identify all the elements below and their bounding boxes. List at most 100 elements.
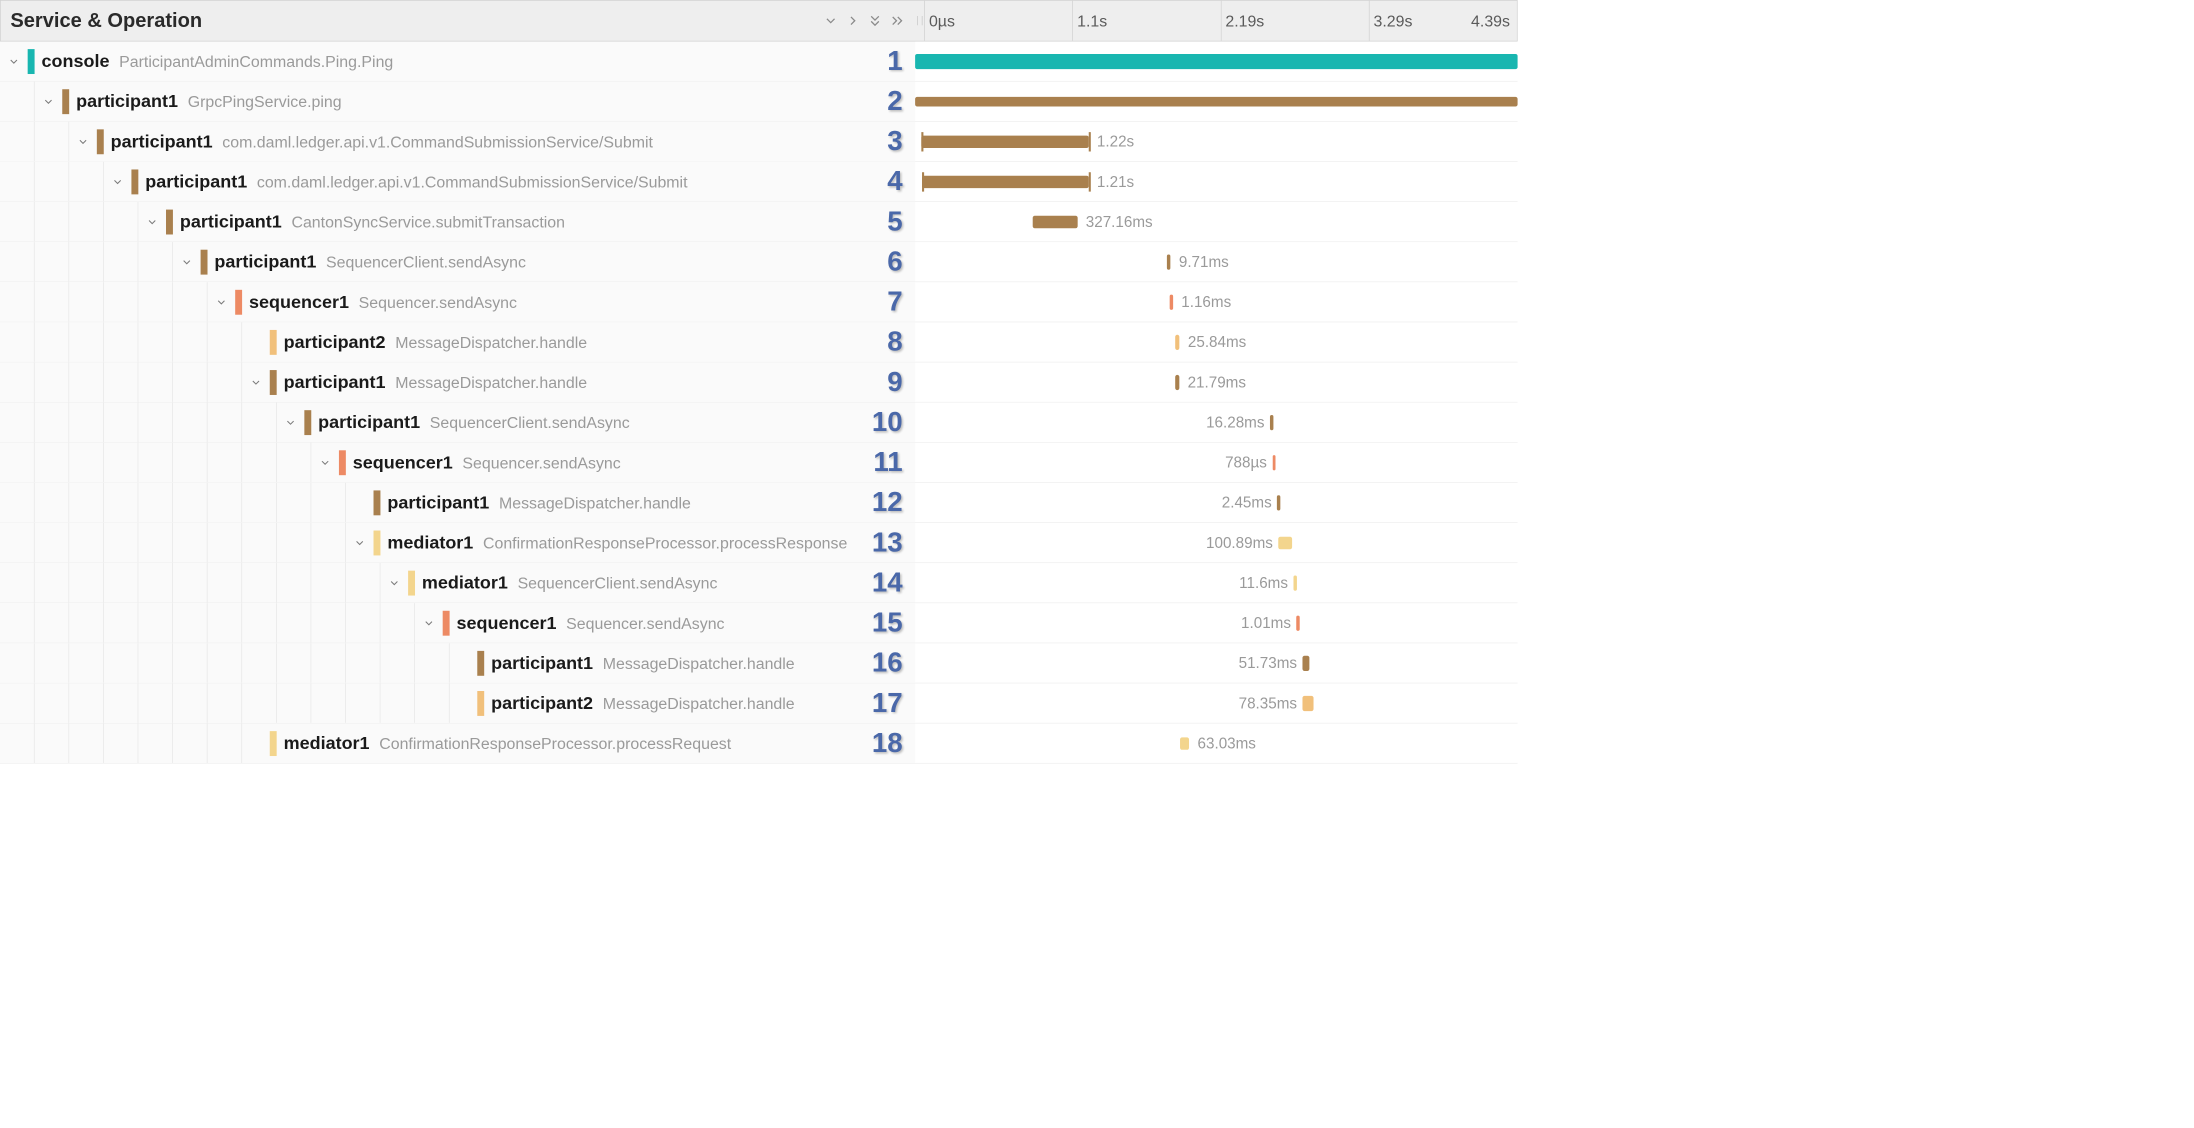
column-resize-handle[interactable]: ││ [916,1,924,41]
expand-toggle[interactable] [173,256,201,268]
operation-name: com.daml.ledger.api.v1.CommandSubmission… [222,133,653,152]
indent-guide [311,683,346,722]
expand-toggle[interactable] [311,456,339,468]
expand-toggle[interactable] [242,376,270,388]
indent-guide [138,483,173,522]
service-color-bar [477,691,484,716]
indent-guide [69,403,104,442]
span-bar[interactable] [1277,495,1280,510]
span-bar[interactable] [1278,536,1292,548]
indent-guide [104,242,139,281]
service-name: participant2 [284,331,386,352]
span-bar[interactable] [1033,215,1078,227]
span-timeline-cell: 1.21s [915,162,1517,201]
span-timeline-cell: 1.16ms [915,282,1517,321]
row-number-annotation: 9 [887,367,902,398]
span-bar[interactable] [915,54,1517,69]
expand-toggle[interactable] [380,577,408,589]
expand-toggle[interactable] [104,175,132,187]
indent-guide [69,362,104,401]
indent-guide [173,483,208,522]
span-bar[interactable] [1303,696,1314,711]
span-timeline-cell [915,42,1517,81]
span-row-left: sequencer1Sequencer.sendAsync15 [0,603,915,642]
span-duration-label: 2.45ms [1222,494,1272,512]
span-bar[interactable] [915,96,1517,106]
indent-guide [35,122,70,161]
expand-toggle[interactable] [415,617,443,629]
span-row[interactable]: participant1CantonSyncService.submitTran… [0,202,1518,242]
expand-toggle[interactable] [69,135,97,147]
span-bar[interactable] [922,175,1088,187]
span-row[interactable]: participant1SequencerClient.sendAsync69.… [0,242,1518,282]
expand-toggle[interactable] [208,296,236,308]
indent-guide [0,443,35,482]
span-row[interactable]: participant1MessageDispatcher.handle921.… [0,362,1518,402]
indent-guide [242,603,277,642]
span-row[interactable]: sequencer1Sequencer.sendAsync151.01ms [0,603,1518,643]
span-bar[interactable] [1272,455,1275,470]
expand-toggle[interactable] [138,215,166,227]
indent-guide [138,683,173,722]
span-bar[interactable] [921,135,1088,147]
service-name: participant1 [76,91,178,112]
span-labels: participant1com.daml.ledger.api.v1.Comma… [111,131,653,152]
indent-guide [104,683,139,722]
span-labels: participant2MessageDispatcher.handle [284,331,588,352]
indent-guide [69,282,104,321]
row-number-annotation: 3 [887,126,902,157]
span-row[interactable]: participant1SequencerClient.sendAsync 10 1… [0,403,1518,443]
span-labels: participant1SequencerClient.sendAsync [318,412,629,433]
span-bar[interactable] [1293,575,1297,590]
double-chevron-right-icon[interactable] [890,13,905,28]
double-chevron-down-icon[interactable] [867,13,882,28]
indent-guide [346,643,381,682]
indent-guide [277,483,312,522]
span-labels: consoleParticipantAdminCommands.Ping.Pin… [42,50,394,71]
indent-guide [104,483,139,522]
span-bar[interactable] [1180,737,1189,749]
span-row[interactable]: sequencer1Sequencer.sendAsync11788µs [0,443,1518,483]
service-color-bar [408,570,415,595]
indent-guide [104,282,139,321]
service-color-bar [374,530,381,555]
chevron-down-icon[interactable] [823,13,838,28]
span-timeline-cell: 16.28ms [915,403,1517,442]
span-bar[interactable] [1270,415,1274,430]
span-row[interactable]: participant1MessageDispatcher.handle1651… [0,643,1518,683]
expand-toggle[interactable] [0,55,28,67]
service-color-bar [339,450,346,475]
span-bar[interactable] [1175,334,1179,349]
span-row[interactable]: participant1com.daml.ledger.api.v1.Comma… [0,122,1518,162]
service-color-bar [97,129,104,154]
indent-guide [173,322,208,361]
row-number-annotation: 10 [872,407,903,438]
span-row[interactable]: consoleParticipantAdminCommands.Ping.Pin… [0,42,1518,82]
span-row[interactable]: mediator1SequencerClient.sendAsync1411.6… [0,563,1518,603]
indent-guide [0,122,35,161]
span-row[interactable]: mediator1ConfirmationResponseProcessor.p… [0,523,1518,563]
span-bar[interactable] [1303,655,1310,670]
span-bar[interactable] [1175,375,1179,390]
expand-toggle[interactable] [346,536,374,548]
span-row[interactable]: sequencer1Sequencer.sendAsync71.16ms [0,282,1518,322]
span-row[interactable]: participant1GrpcPingService.ping2 [0,82,1518,122]
span-row[interactable]: mediator1ConfirmationResponseProcessor.p… [0,724,1518,764]
span-timeline-cell: 1.22s [915,122,1517,161]
span-bar[interactable] [1167,254,1171,269]
chevron-right-icon[interactable] [845,13,860,28]
indent-guide [69,242,104,281]
span-row[interactable]: participant1com.daml.ledger.api.v1.Comma… [0,162,1518,202]
span-row[interactable]: participant2MessageDispatcher.handle1778… [0,683,1518,723]
span-duration-label: 78.35ms [1239,694,1297,712]
span-row-left: sequencer1Sequencer.sendAsync7 [0,282,915,321]
span-bar[interactable] [1296,615,1299,630]
span-row[interactable]: participant1MessageDispatcher.handle122.… [0,483,1518,523]
expand-toggle[interactable] [277,416,305,428]
expand-toggle[interactable] [35,95,63,107]
span-row[interactable]: participant2MessageDispatcher.handle825.… [0,322,1518,362]
span-bar[interactable] [1170,294,1173,309]
indent-guide [242,443,277,482]
indent-guide [208,443,243,482]
indent-guide [104,362,139,401]
